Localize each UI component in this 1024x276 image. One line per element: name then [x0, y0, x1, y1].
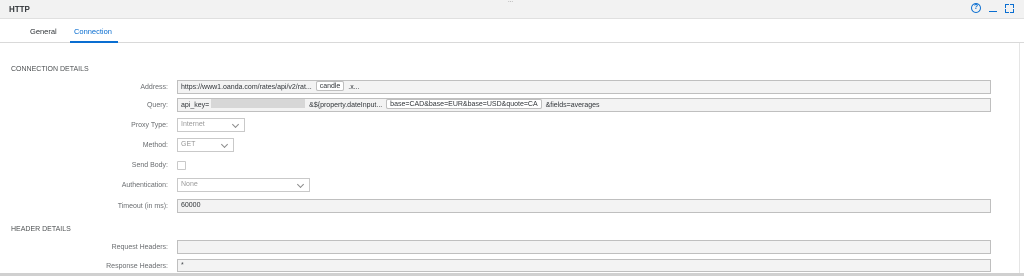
query-part-2: &${property.dateInput...: [309, 102, 383, 109]
tab-bar: General Connection: [0, 19, 1024, 43]
method-select[interactable]: GET: [177, 138, 234, 152]
help-icon[interactable]: ?: [971, 3, 981, 13]
request-headers-field[interactable]: [177, 240, 991, 254]
authentication-select[interactable]: None: [177, 178, 310, 192]
proxy-type-value: Internet: [181, 121, 205, 128]
scroll-edge: [1019, 43, 1020, 276]
timeout-field[interactable]: 60000: [177, 199, 991, 213]
minimize-icon[interactable]: [989, 3, 997, 13]
query-part-1: api_key=: [181, 102, 210, 109]
proxy-type-label: Proxy Type:: [131, 122, 168, 129]
send-body-label: Send Body:: [131, 162, 168, 169]
method-value: GET: [181, 141, 196, 148]
title-bar: ... HTTP ?: [0, 0, 1024, 19]
proxy-type-select[interactable]: Internet: [177, 118, 245, 132]
tab-general[interactable]: General: [30, 27, 57, 36]
drag-handle[interactable]: ...: [508, 0, 518, 4]
authentication-value: None: [181, 181, 198, 188]
address-prefix: https://www1.oanda.com/rates/api/v2/rat.…: [181, 84, 312, 91]
timeout-label: Timeout (in ms):: [117, 203, 168, 210]
query-part-3: &fields=averages: [545, 102, 600, 109]
active-tab-indicator: [70, 41, 118, 43]
address-label: Address:: [140, 84, 168, 91]
chevron-down-icon: [231, 120, 240, 129]
chevron-down-icon: [220, 140, 229, 149]
response-headers-field[interactable]: *: [177, 259, 991, 272]
authentication-label: Authentication:: [121, 182, 168, 189]
tab-connection[interactable]: Connection: [74, 27, 112, 36]
header-actions: ?: [971, 3, 1014, 13]
header-details-heading: HEADER DETAILS: [11, 226, 71, 233]
address-suffix: .x...: [348, 84, 360, 91]
connection-details-heading: CONNECTION DETAILS: [11, 66, 89, 73]
dialog-title: HTTP: [9, 5, 30, 14]
address-field[interactable]: https://www1.oanda.com/rates/api/v2/rat.…: [177, 80, 991, 94]
query-label: Query:: [146, 102, 168, 109]
query-field[interactable]: api_key= &${property.dateInput... base=C…: [177, 98, 991, 112]
address-token[interactable]: candle: [315, 81, 345, 91]
query-token[interactable]: base=CAD&base=EUR&base=USD&quote=CA: [386, 99, 542, 109]
send-body-checkbox[interactable]: [177, 161, 186, 170]
method-label: Method:: [142, 142, 168, 149]
masked-api-key: [211, 99, 306, 108]
maximize-icon[interactable]: [1005, 3, 1014, 13]
response-headers-label: Response Headers:: [106, 263, 168, 270]
chevron-down-icon: [296, 180, 305, 189]
request-headers-label: Request Headers:: [111, 244, 168, 251]
